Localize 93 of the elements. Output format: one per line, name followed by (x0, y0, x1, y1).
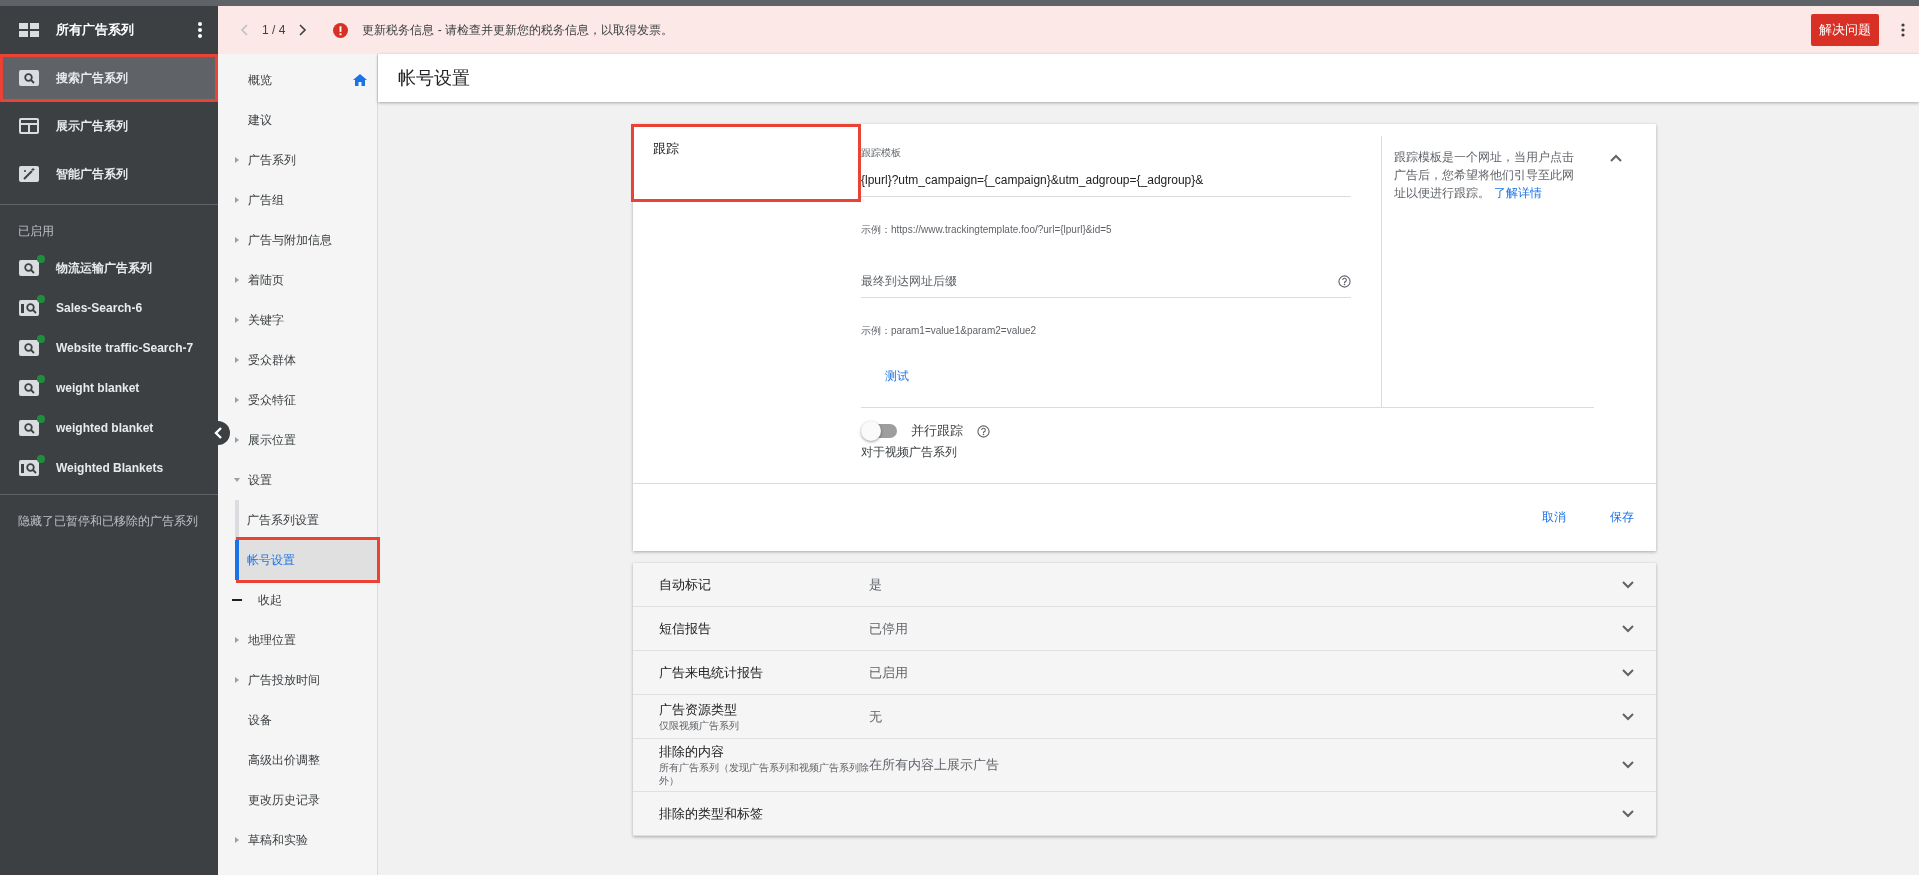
chevron-down-icon (1622, 580, 1634, 589)
search-icon (19, 260, 39, 276)
switch-note: 对于视频广告系列 (861, 444, 958, 461)
campaign-type-item[interactable]: 搜索广告系列 (0, 54, 218, 102)
setting-sublabel: 所有广告系列（发现广告系列和视频广告系列除外） (659, 762, 869, 787)
search-icon (19, 380, 39, 396)
setting-row[interactable]: 广告资源类型 仅限视频广告系列 无 (633, 695, 1656, 739)
search-icon (19, 340, 39, 356)
layout-icon (19, 118, 39, 134)
alert-message: 更新税务信息 - 请检查并更新您的税务信息，以取得发票。 (362, 21, 675, 39)
setting-sublabel: 仅限视频广告系列 (659, 719, 740, 732)
setting-row[interactable]: 自动标记 是 (633, 563, 1656, 607)
setting-value: 已启用 (869, 663, 909, 682)
grid-icon (19, 23, 39, 37)
magic-wand-icon (19, 166, 39, 182)
campaign-item[interactable]: Weighted Blankets (0, 448, 202, 488)
nav-item[interactable]: 建议 (232, 100, 377, 140)
chevron-down-icon (1622, 809, 1634, 818)
nav-item[interactable]: 更改历史记录 (232, 780, 377, 820)
setting-row[interactable]: 排除的类型和标签 (633, 792, 1656, 836)
error-icon (333, 22, 349, 38)
campaign-item[interactable]: 物流运输广告系列 (0, 248, 202, 288)
search-icon (19, 460, 39, 476)
nav-item[interactable]: 广告系列 (232, 140, 377, 180)
setting-label: 广告资源类型 (659, 701, 738, 719)
test-link[interactable]: 测试 (885, 368, 909, 385)
learn-more-link[interactable]: 了解详情 (1494, 186, 1542, 200)
home-icon (353, 74, 367, 86)
nav-item[interactable]: 广告与附加信息 (232, 220, 377, 260)
setting-label: 短信报告 (659, 619, 712, 638)
campaign-item[interactable]: weighted blanket (0, 408, 202, 448)
chevron-down-icon (1622, 624, 1634, 633)
chevron-left-icon (214, 427, 222, 439)
nav-item[interactable]: 地理位置 (232, 620, 377, 660)
fix-issue-button[interactable]: 解决问题 (1811, 14, 1879, 46)
setting-label: 自动标记 (659, 575, 712, 594)
sidebar-title: 所有广告系列 (56, 21, 135, 39)
section-title: 跟踪 (631, 124, 861, 202)
setting-label: 排除的类型和标签 (659, 804, 764, 823)
switch-label: 并行跟踪 (911, 422, 963, 440)
search-icon (19, 420, 39, 436)
nav-item[interactable]: 概览 (232, 60, 377, 100)
campaign-item[interactable]: Sales-Search-6 (0, 288, 202, 328)
nav-item[interactable]: 受众特征 (232, 380, 377, 420)
campaign-type-item[interactable]: 智能广告系列 (0, 150, 218, 198)
setting-value: 是 (869, 575, 883, 594)
hidden-campaigns-note: 隐藏了已暂停和已移除的广告系列 (17, 513, 199, 530)
nav-item[interactable]: 高级出价调整 (232, 740, 377, 780)
more-icon[interactable] (1901, 23, 1905, 37)
action-button[interactable]: 取消 (1542, 503, 1566, 532)
campaign-type-item[interactable]: 展示广告系列 (0, 102, 218, 150)
setting-label: 广告来电统计报告 (659, 663, 764, 682)
nav-item[interactable]: 设置 (232, 460, 377, 500)
nav-item[interactable]: 设备 (232, 700, 377, 740)
chevron-down-icon (1622, 761, 1634, 769)
minus-icon (232, 599, 242, 601)
nav-item[interactable]: 受众群体 (232, 340, 377, 380)
field-label: 跟踪模板 (861, 146, 902, 160)
chevron-down-icon (1622, 668, 1634, 677)
search-icon (19, 300, 39, 316)
help-icon[interactable] (1338, 274, 1351, 288)
example-text: 示例：https://www.trackingtemplate.foo/?url={lpurl}&id=5 (861, 223, 1113, 237)
setting-label: 排除的内容 (659, 743, 725, 761)
nav-item[interactable]: 草稿和实验 (232, 820, 377, 860)
pager-text: 1 / 4 (262, 23, 286, 37)
help-icon[interactable] (977, 424, 990, 438)
setting-row[interactable]: 广告来电统计报告 已启用 (633, 651, 1656, 695)
setting-value: 在所有内容上展示广告 (869, 756, 1000, 772)
parallel-tracking-switch[interactable] (863, 424, 897, 438)
setting-row[interactable]: 短信报告 已停用 (633, 607, 1656, 651)
nav-item[interactable]: 关键字 (232, 300, 377, 340)
section-title: 已启用 (17, 223, 55, 240)
page-title: 帐号设置 (398, 67, 470, 90)
setting-row[interactable]: 排除的内容 所有广告系列（发现广告系列和视频广告系列除外） 在所有内容上展示广告 (633, 739, 1656, 792)
setting-value: 无 (869, 707, 883, 726)
nav-item[interactable]: 收起 (232, 580, 377, 620)
help-text: 跟踪模板是一个网址，当用户点击广告后，您希望将他们引导至此网址以便进行跟踪。 了解详情 (1394, 149, 1575, 202)
nav-item[interactable]: 广告系列设置 (239, 500, 377, 540)
example-text: 示例：param1=value1&param2=value2 (861, 324, 1038, 338)
campaign-item[interactable]: Website traffic-Search-7 (0, 328, 202, 368)
nav-item[interactable]: 展示位置 (232, 420, 377, 460)
action-button[interactable]: 保存 (1610, 503, 1634, 532)
nav-item[interactable]: 广告组 (232, 180, 377, 220)
next-icon[interactable] (299, 24, 308, 36)
more-icon[interactable] (198, 22, 202, 38)
input-field[interactable]: 最终到达网址后缀 (861, 274, 1338, 288)
nav-item[interactable]: 广告投放时间 (232, 660, 377, 700)
input-field[interactable]: {lpurl}?utm_campaign={_campaign}&utm_adgroup={_adgroup}& (861, 173, 1351, 187)
chevron-down-icon (1622, 712, 1634, 721)
search-icon (19, 70, 39, 86)
nav-item[interactable]: 着陆页 (232, 260, 377, 300)
campaign-item[interactable]: weight blanket (0, 368, 202, 408)
setting-value: 已停用 (869, 619, 909, 638)
